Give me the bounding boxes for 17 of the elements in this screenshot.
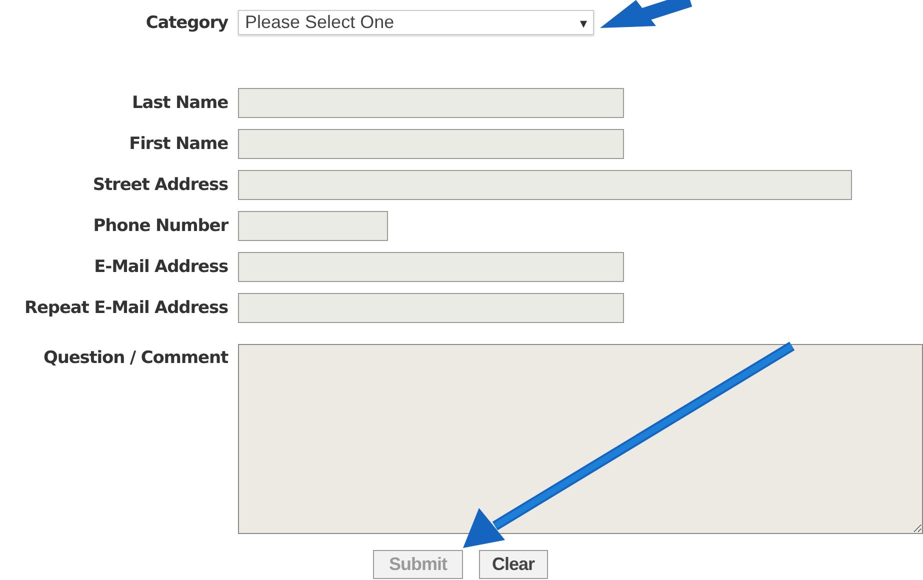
input-field[interactable] xyxy=(238,211,388,241)
clear-button[interactable]: Clear xyxy=(479,550,548,579)
input-field[interactable] xyxy=(238,293,624,323)
input-field[interactable] xyxy=(238,129,624,159)
field-label: Last Name xyxy=(130,93,228,113)
category-dropdown[interactable]: Please Select One ▾ xyxy=(238,10,594,35)
field-label: Question / Comment xyxy=(42,347,228,368)
category-label: Category xyxy=(144,12,228,32)
input-field[interactable] xyxy=(238,88,624,118)
field-label: Repeat E-Mail Address xyxy=(23,298,228,318)
field-label: First Name xyxy=(128,134,228,154)
field-label: E-Mail Address xyxy=(93,257,228,277)
field-label: Street Address xyxy=(92,175,228,195)
input-field[interactable] xyxy=(238,170,852,200)
input-field[interactable] xyxy=(238,252,624,282)
comment-field[interactable] xyxy=(238,344,923,534)
field-label: Phone Number xyxy=(92,216,228,236)
